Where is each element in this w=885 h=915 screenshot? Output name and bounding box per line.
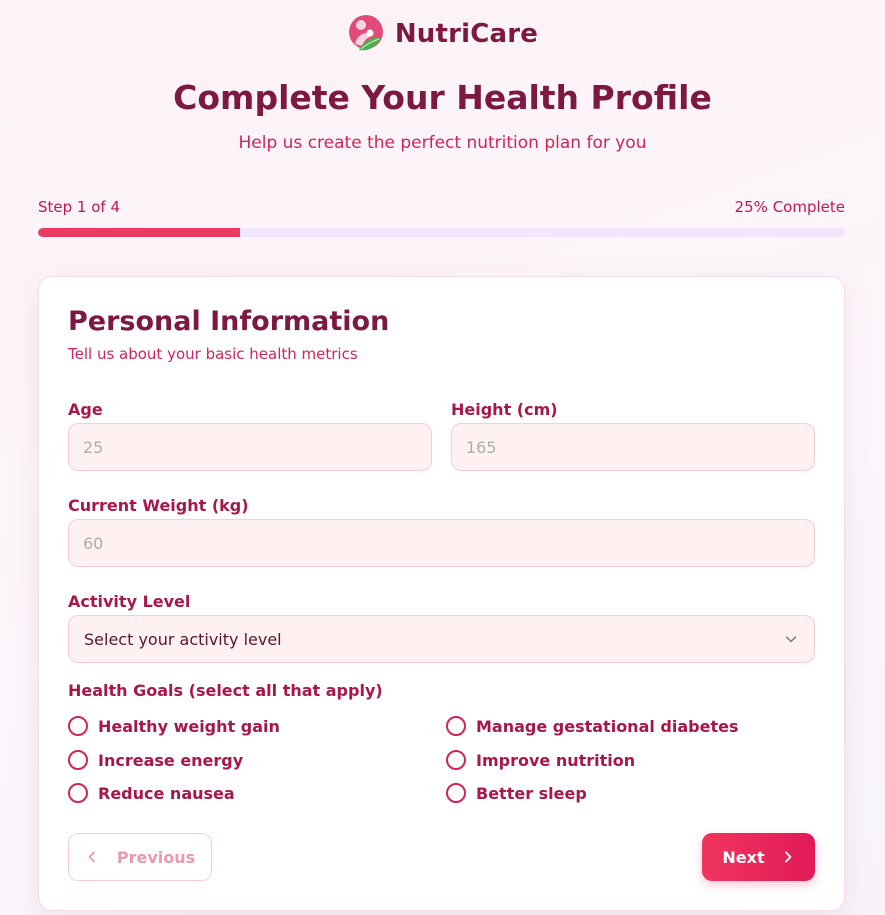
chevron-left-icon: [88, 851, 95, 863]
height-label: Height (cm): [451, 400, 558, 419]
age-label: Age: [68, 400, 103, 419]
section-subtitle: Tell us about your basic health metrics: [68, 345, 358, 363]
goal-option[interactable]: Healthy weight gain: [68, 715, 280, 737]
section-title: Personal Information: [68, 306, 390, 337]
goal-option[interactable]: Better sleep: [446, 782, 587, 804]
progress-bar-fill: [38, 228, 240, 237]
activity-level-select[interactable]: Select your activity level: [68, 615, 815, 663]
goal-option-label: Better sleep: [476, 783, 587, 803]
previous-button[interactable]: Previous: [68, 833, 212, 881]
weight-input[interactable]: [68, 519, 815, 567]
next-button[interactable]: Next: [702, 833, 815, 881]
goal-option-label: Healthy weight gain: [98, 716, 280, 736]
radio-button[interactable]: [68, 750, 88, 770]
progress-percent: 25% Complete: [734, 198, 845, 216]
form-card: Personal Information Tell us about your …: [38, 276, 845, 911]
activity-level-label: Activity Level: [68, 592, 191, 611]
radio-button[interactable]: [446, 750, 466, 770]
chevron-down-icon: [785, 636, 797, 643]
goal-option[interactable]: Reduce nausea: [68, 782, 235, 804]
height-input[interactable]: [451, 423, 815, 471]
next-button-label: Next: [722, 847, 765, 867]
goal-option-label: Improve nutrition: [476, 750, 636, 770]
mother-baby-leaf-icon: [348, 15, 383, 51]
weight-label: Current Weight (kg): [68, 496, 249, 515]
goal-option-label: Manage gestational diabetes: [476, 716, 739, 736]
page-subtitle: Help us create the perfect nutrition pla…: [238, 133, 647, 153]
previous-button-label: Previous: [116, 847, 196, 867]
age-input[interactable]: [68, 423, 432, 471]
brand-name: NutriCare: [394, 19, 539, 49]
radio-button[interactable]: [446, 716, 466, 736]
goal-option[interactable]: Manage gestational diabetes: [446, 715, 738, 737]
page-title: Complete Your Health Profile: [173, 78, 712, 117]
activity-level-value: Select your activity level: [84, 629, 282, 649]
goal-option-label: Reduce nausea: [98, 783, 235, 803]
goal-option-label: Increase energy: [98, 750, 244, 770]
radio-button[interactable]: [68, 783, 88, 803]
brand: NutriCare: [0, 14, 885, 54]
radio-button[interactable]: [446, 783, 466, 803]
chevron-right-icon: [784, 851, 792, 863]
page: NutriCare Complete Your Health Profile H…: [0, 0, 885, 915]
radio-button[interactable]: [68, 716, 88, 736]
progress-bar: [38, 228, 845, 237]
health-goals-label: Health Goals (select all that apply): [68, 681, 383, 700]
goal-option[interactable]: Improve nutrition: [446, 749, 635, 771]
goal-option[interactable]: Increase energy: [68, 749, 243, 771]
step-indicator: Step 1 of 4: [38, 198, 121, 216]
